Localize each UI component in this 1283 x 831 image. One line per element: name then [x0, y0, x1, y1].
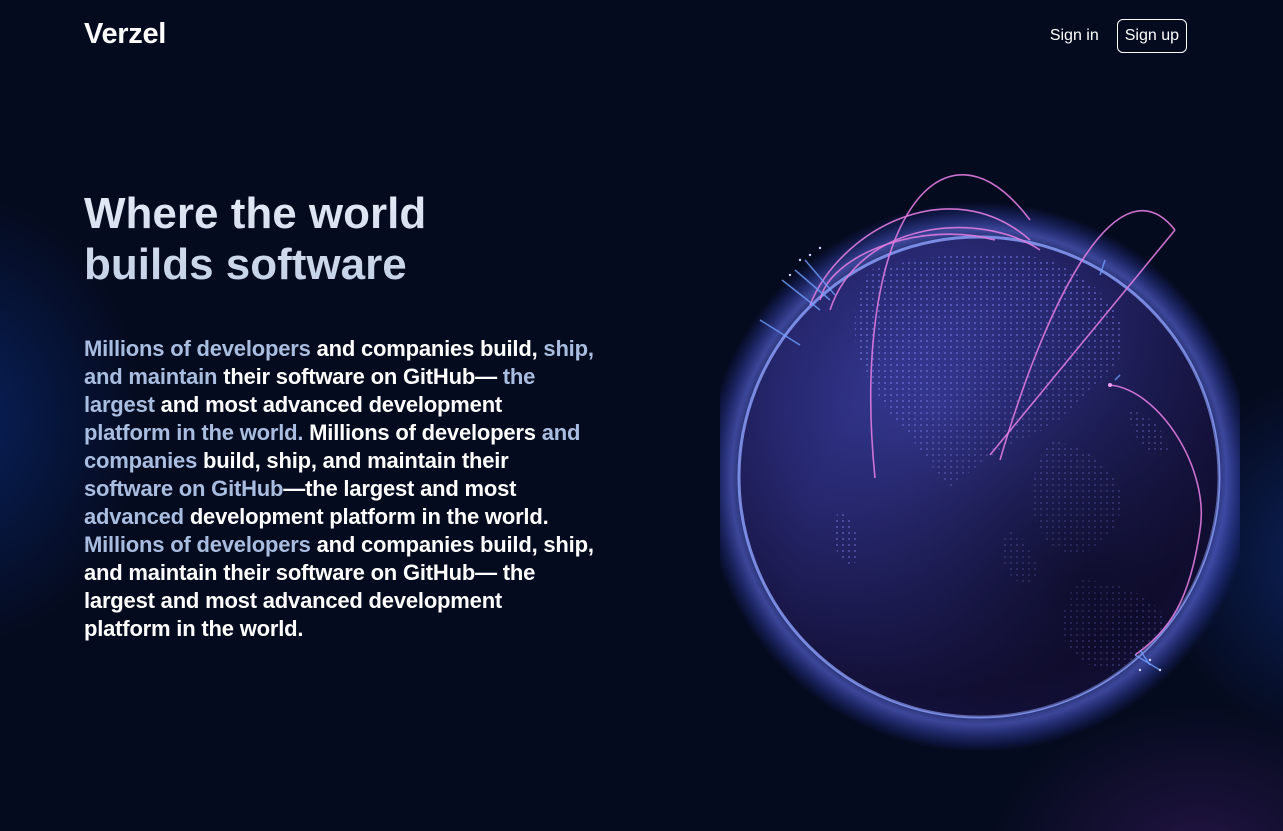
sign-in-link[interactable]: Sign in [1050, 27, 1099, 45]
hero-description-segment: development platform in the world. [183, 504, 549, 529]
sign-up-button[interactable]: Sign up [1116, 19, 1187, 53]
hero-headline: Where the world builds software [84, 188, 504, 290]
brand-logo[interactable]: Verzel [84, 18, 166, 51]
hero-description-segment: —the largest and most [283, 476, 517, 501]
hero-headline-line-2: builds software [84, 240, 407, 289]
hero-description-segment: their software on GitHub— [217, 364, 497, 389]
top-nav: Sign in Sign up [1050, 19, 1187, 53]
hero-description-segment: software on GitHub [84, 476, 284, 501]
hero-description-segment: Millions of developers [84, 336, 311, 361]
hero-description-segment: build, ship, and maintain their [197, 448, 509, 473]
hero-headline-line-1: Where the world [84, 189, 427, 238]
hero-description-segment: and companies build, [310, 336, 538, 361]
hero-description-segment: advanced [84, 504, 184, 529]
landing-page: Verzel Sign in Sign up Where the world b… [0, 0, 1283, 831]
hero-description-segment: Millions of developers [84, 532, 311, 557]
hero-description: Millions of developers and companies bui… [84, 335, 594, 643]
globe-illustration [720, 110, 1240, 750]
globe-icon [720, 174, 1240, 750]
hero-description-segment: and most advanced development [154, 392, 503, 417]
hero-description-segment: platform in the world. [84, 420, 304, 445]
hero-description-segment: Millions of developers [303, 420, 536, 445]
